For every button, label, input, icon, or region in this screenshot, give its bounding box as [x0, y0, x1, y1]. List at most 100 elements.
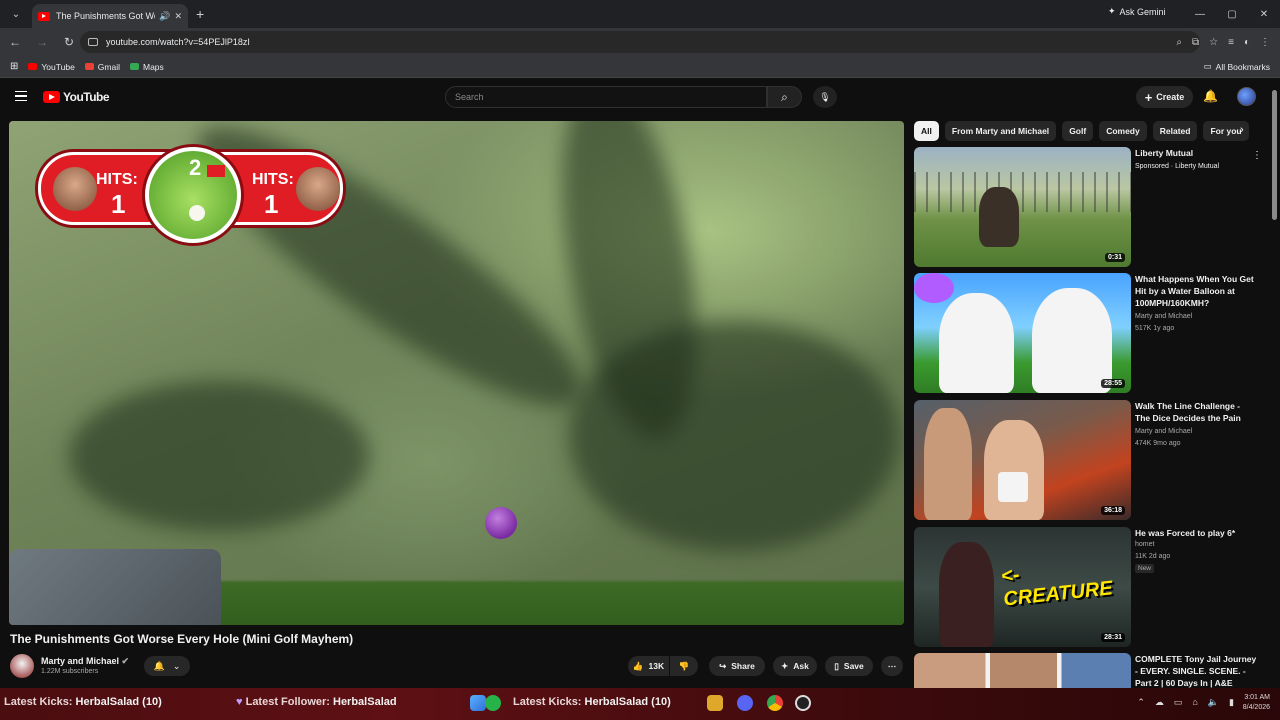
- chip-all[interactable]: All: [914, 121, 939, 141]
- bookmark-label: Maps: [143, 61, 164, 72]
- share-icon: ↪: [719, 660, 727, 671]
- chip-from-channel[interactable]: From Marty and Michael: [944, 121, 1057, 141]
- latest-kicks-ticker: Latest Kicks: HerbalSalad (10): [4, 696, 162, 708]
- thumbnail[interactable]: 28:55: [914, 273, 1131, 393]
- save-button[interactable]: ▯ Save: [825, 656, 873, 676]
- video-player[interactable]: HITS: 1 2 HITS: 1: [9, 121, 904, 625]
- person-figure: [924, 408, 972, 520]
- thumbnail[interactable]: [914, 653, 1131, 688]
- volume-icon[interactable]: 🔈: [1208, 697, 1219, 708]
- recommendation-item[interactable]: <- CREATURE 28:31 He was Forced to play …: [914, 527, 1259, 647]
- minimize-icon[interactable]: —: [1184, 0, 1216, 28]
- folder-icon: ▭: [1203, 61, 1212, 71]
- tab-search-icon[interactable]: ⌄: [4, 4, 28, 24]
- menu-icon[interactable]: [15, 91, 27, 101]
- file-explorer-icon[interactable]: [707, 695, 723, 711]
- player-face-left: [53, 167, 97, 211]
- browser-tab[interactable]: The Punishments Got Worse 🔊 ✕: [32, 4, 188, 28]
- chip-golf[interactable]: Golf: [1062, 121, 1094, 141]
- back-icon[interactable]: ←: [3, 35, 27, 49]
- dislike-button[interactable]: 👎: [670, 656, 698, 676]
- zoom-icon[interactable]: ⌕: [1176, 37, 1182, 48]
- cloud-icon[interactable]: ☁: [1155, 697, 1164, 708]
- share-button[interactable]: ↪ Share: [709, 656, 765, 676]
- recommendation-title[interactable]: He was Forced to play 6*: [1135, 527, 1257, 539]
- youtube-play-icon: [43, 91, 60, 103]
- stone-border: [9, 549, 221, 625]
- system-clock[interactable]: 3:01 AM 8/4/2026: [1243, 693, 1270, 713]
- more-vert-icon[interactable]: ⋮: [1252, 150, 1262, 161]
- recommendation-item[interactable]: 36:18 Walk The Line Challenge - The Dice…: [914, 400, 1259, 520]
- tree-shadow: [569, 321, 899, 551]
- thumbnail[interactable]: <- CREATURE 28:31: [914, 527, 1131, 647]
- recommendation-title[interactable]: Liberty Mutual: [1135, 147, 1257, 159]
- sparkle-icon: ✦: [781, 660, 789, 671]
- recommendation-title[interactable]: What Happens When You Get Hit by a Water…: [1135, 273, 1257, 309]
- reload-icon[interactable]: ↻: [57, 35, 81, 49]
- right-hits-value: 1: [264, 189, 279, 219]
- ask-button[interactable]: ✦ Ask: [773, 656, 817, 676]
- thumbnail[interactable]: 0:31: [914, 147, 1131, 267]
- subscription-bell-button[interactable]: 🔔 ⌄: [144, 656, 190, 676]
- ask-gemini-button[interactable]: ✦ Ask Gemini: [1108, 6, 1166, 17]
- address-bar-row: ← → ↻ youtube.com/watch?v=54PEJlP18zI ⌕ …: [0, 28, 1280, 56]
- channel-name[interactable]: Marty and Michael ✔: [41, 656, 129, 667]
- new-tab-button[interactable]: +: [196, 6, 204, 22]
- channel-meta: homet: [1135, 541, 1155, 548]
- voice-search-button[interactable]: 🎙: [813, 86, 837, 108]
- all-bookmarks[interactable]: ▭ All Bookmarks: [1204, 61, 1270, 72]
- cast-icon[interactable]: ⧉: [1192, 37, 1199, 48]
- chip-comedy[interactable]: Comedy: [1099, 121, 1147, 141]
- discord-icon[interactable]: [737, 695, 753, 711]
- recommendation-item[interactable]: 28:55 What Happens When You Get Hit by a…: [914, 273, 1259, 393]
- search-input[interactable]: Search: [445, 86, 767, 108]
- bookmark-maps[interactable]: Maps: [130, 62, 164, 72]
- latest-follower-ticker: ♥ Latest Follower: HerbalSalad: [236, 696, 397, 708]
- notifications-icon[interactable]: 🔔: [1203, 89, 1218, 103]
- like-button[interactable]: 👍 13K: [628, 656, 669, 676]
- youtube-logo[interactable]: YouTube: [43, 90, 110, 104]
- youtube-icon: [28, 63, 38, 70]
- browser-tab-bar: ⌄ The Punishments Got Worse 🔊 ✕ + ✦Ask G…: [0, 0, 1280, 28]
- account-avatar[interactable]: [1237, 87, 1256, 106]
- url-input[interactable]: youtube.com/watch?v=54PEJlP18zI: [80, 31, 1200, 53]
- more-actions-button[interactable]: ⋯: [881, 656, 903, 676]
- recommendation-item[interactable]: 0:31 Liberty Mutual Sponsored · Liberty …: [914, 147, 1262, 267]
- chevron-up-icon[interactable]: ⌃: [1137, 697, 1145, 708]
- site-info-icon[interactable]: [88, 38, 98, 46]
- recommendation-title[interactable]: Walk The Line Challenge - The Dice Decid…: [1135, 400, 1257, 424]
- person-figure: [1032, 288, 1112, 393]
- ask-label: Ask: [793, 661, 809, 671]
- bookmark-gmail[interactable]: Gmail: [84, 62, 120, 72]
- bookmark-star-icon[interactable]: ☆: [1209, 37, 1218, 48]
- obs-icon[interactable]: [795, 695, 811, 711]
- network-icon[interactable]: ⌂: [1192, 697, 1197, 708]
- channel-avatar[interactable]: [10, 654, 34, 678]
- chip-related[interactable]: Related: [1152, 121, 1198, 141]
- profile-icon[interactable]: ◐: [1244, 37, 1250, 48]
- recommendation-title[interactable]: COMPLETE Tony Jail Journey - EVERY. SING…: [1135, 653, 1257, 688]
- search-icon: ⌕: [781, 89, 788, 104]
- apps-icon[interactable]: ⊞: [10, 61, 18, 72]
- speaker-icon[interactable]: 🔊: [159, 11, 170, 22]
- latest-kicks-ticker-2: Latest Kicks: HerbalSalad (10): [513, 696, 671, 708]
- browser-menu-icon[interactable]: ⋮: [1260, 37, 1270, 48]
- forward-icon[interactable]: →: [30, 35, 54, 49]
- display-icon[interactable]: ▭: [1174, 697, 1183, 708]
- xbox-icon[interactable]: [485, 695, 501, 711]
- scrollbar-thumb[interactable]: [1272, 90, 1277, 220]
- tab-list-icon[interactable]: ≡: [1228, 37, 1234, 48]
- create-button[interactable]: + Create: [1136, 86, 1193, 108]
- close-window-icon[interactable]: ✕: [1248, 0, 1280, 28]
- thumbnail[interactable]: 36:18: [914, 400, 1131, 520]
- chevron-right-icon[interactable]: ›: [1240, 124, 1244, 136]
- battery-icon[interactable]: ▮: [1229, 697, 1234, 708]
- bookmark-youtube[interactable]: YouTube: [28, 62, 75, 72]
- maximize-icon[interactable]: ▢: [1216, 0, 1248, 28]
- close-tab-icon[interactable]: ✕: [174, 11, 182, 22]
- recommendation-item[interactable]: COMPLETE Tony Jail Journey - EVERY. SING…: [914, 653, 1259, 688]
- windows-start-icon[interactable]: [470, 695, 486, 711]
- chrome-icon[interactable]: [767, 695, 783, 711]
- search-button[interactable]: ⌕: [767, 86, 802, 108]
- window-controls: — ▢ ✕: [1184, 0, 1280, 28]
